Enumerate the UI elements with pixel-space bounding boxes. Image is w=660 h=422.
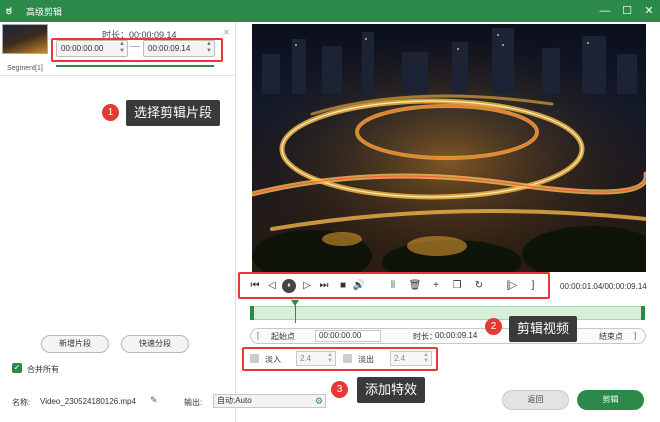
minimize-button[interactable]: — bbox=[594, 0, 616, 22]
file-name-label: 名称: bbox=[12, 398, 31, 407]
file-name-value: Video_230524180126.mp4 bbox=[40, 397, 136, 406]
window-controls: — ☐ ✕ bbox=[594, 0, 660, 22]
segment-panel: 时长：00:00:09.14 00:00:00.00 ▲ ▼ — 00:00:09… bbox=[0, 22, 236, 422]
trim-start-label[interactable]: 起始点 bbox=[271, 331, 295, 342]
callout-badge-3: 3 bbox=[331, 381, 348, 398]
trim-duration-label: 时长： bbox=[413, 332, 437, 341]
output-value: 自动;Auto bbox=[217, 396, 252, 405]
playhead-line bbox=[295, 305, 297, 323]
new-segment-button[interactable]: 新增片段 bbox=[41, 335, 109, 353]
callout-edit-video: 剪辑视频 bbox=[509, 316, 578, 342]
back-button[interactable]: 返回 bbox=[502, 390, 569, 410]
edit-button[interactable]: 剪辑 bbox=[577, 390, 644, 410]
divider bbox=[0, 75, 236, 76]
edit-name-pencil-icon[interactable]: ✎ bbox=[150, 395, 158, 406]
timeline-start-handle[interactable] bbox=[250, 306, 254, 320]
callout-badge-1: 1 bbox=[102, 104, 119, 121]
window-title: 高级剪辑 bbox=[26, 6, 63, 17]
trim-duration-value: 00:00:09.14 bbox=[435, 331, 478, 340]
timeline-end-handle[interactable] bbox=[641, 306, 645, 320]
callout-badge-2: 2 bbox=[485, 318, 502, 335]
output-select[interactable]: 自动;Auto ⚙ bbox=[213, 394, 326, 408]
trim-end-label[interactable]: 结束点 bbox=[599, 331, 623, 342]
remove-segment-icon[interactable]: ✕ bbox=[223, 28, 230, 37]
merge-all-label: 合并所有 bbox=[27, 365, 59, 374]
segment-progress-line bbox=[56, 65, 214, 67]
trim-end-bracket[interactable]: ] bbox=[634, 331, 636, 340]
segment-thumbnail[interactable] bbox=[2, 24, 48, 54]
output-label: 输出: bbox=[184, 398, 203, 407]
app-logo-icon: ಠ bbox=[6, 5, 12, 17]
highlight-box-segment bbox=[51, 38, 223, 62]
trim-start-bracket[interactable]: [ bbox=[257, 331, 259, 340]
maximize-button[interactable]: ☐ bbox=[616, 0, 638, 22]
callout-add-effects: 添加特效 bbox=[357, 377, 426, 403]
segment-tab[interactable]: Segment[1] bbox=[7, 65, 43, 72]
timeline-track[interactable] bbox=[250, 306, 645, 320]
playback-time-readout: 00:00:01.04/00:00:09.14 bbox=[560, 282, 647, 291]
gear-icon[interactable]: ⚙ bbox=[315, 395, 323, 407]
highlight-box-effects bbox=[242, 347, 438, 371]
close-button[interactable]: ✕ bbox=[638, 0, 660, 22]
video-frame-image bbox=[252, 24, 646, 272]
merge-all-checkbox[interactable]: ✓ bbox=[12, 363, 22, 373]
quick-split-button[interactable]: 快速分段 bbox=[121, 335, 189, 353]
title-bar: ಠ 高级剪辑 — ☐ ✕ bbox=[0, 0, 660, 22]
trim-start-field[interactable]: 00:00:00.00 bbox=[315, 330, 381, 342]
trim-row: [ 起始点 00:00:00.00 时长： 00:00:09.14 结束点 ] bbox=[250, 328, 646, 344]
video-preview[interactable] bbox=[252, 24, 646, 272]
callout-select-segment: 选择剪辑片段 bbox=[126, 100, 221, 126]
highlight-box-controls bbox=[238, 272, 550, 299]
